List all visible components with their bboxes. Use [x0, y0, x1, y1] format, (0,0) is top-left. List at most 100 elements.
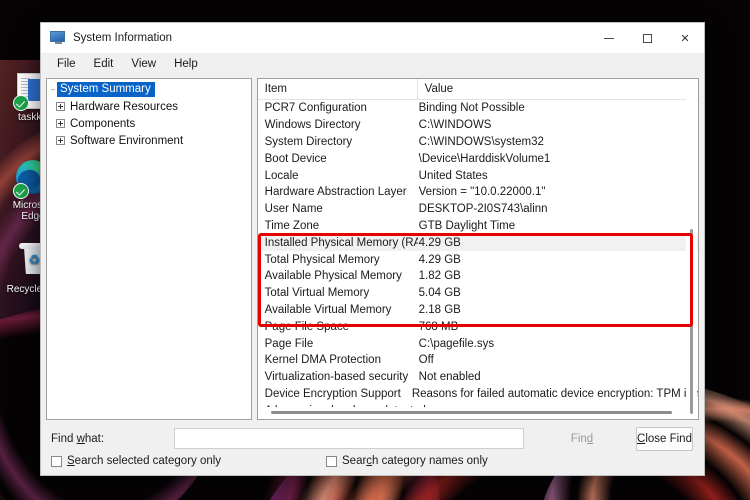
table-row[interactable]: PCR7 Configuration Binding Not Possible — [258, 100, 698, 117]
cell-value: DESKTOP-2I0S743\alinn — [418, 203, 548, 216]
shortcut-check-badge-icon — [13, 183, 29, 199]
cell-value: Not enabled — [418, 371, 481, 384]
tree-item-software-environment[interactable]: Software Environment — [47, 132, 251, 149]
close-find-button[interactable]: Close Find — [636, 427, 693, 451]
tree-item-label: Components — [70, 117, 136, 130]
table-row[interactable]: Page File Space 768 MB — [258, 318, 698, 335]
search-category-names-only-checkbox[interactable]: Search category names only — [326, 455, 488, 467]
cell-item: Total Virtual Memory — [264, 287, 370, 300]
maximize-icon — [642, 33, 652, 43]
minimize-icon — [604, 37, 614, 39]
cell-value: Reasons for failed automatic device encr… — [411, 387, 698, 400]
window-title: System Information — [73, 32, 173, 44]
category-tree[interactable]: System Summary Hardware Resources Compon… — [46, 78, 252, 420]
cell-item: User Name — [264, 203, 323, 216]
table-row[interactable]: Hardware Abstraction Layer Version = "10.… — [258, 184, 698, 201]
find-bar: Find what: Fin d Close Find Search select… — [41, 420, 704, 475]
table-row[interactable]: Total Virtual Memory 5.04 GB — [258, 285, 698, 302]
cell-item: Hardware Abstraction Layer — [264, 186, 407, 199]
cell-value: GTB Daylight Time — [418, 219, 516, 232]
cell-value: C:\WINDOWS — [418, 119, 492, 132]
checkbox-label: Search selected category only — [67, 455, 222, 467]
checkbox-box[interactable] — [326, 455, 337, 467]
details-list: Item Value PCR7 Configuration Binding Not… — [256, 78, 699, 420]
table-row[interactable]: Device Encryption Support Reasons for fai… — [258, 386, 698, 403]
cell-item: Time Zone — [264, 219, 320, 232]
cell-value: 4.29 GB — [418, 236, 461, 249]
table-row[interactable]: Kernel DMA Protection Off — [258, 352, 698, 369]
cell-item: Total Physical Memory — [264, 253, 380, 266]
checkbox-label: Search category names only — [342, 455, 488, 467]
maximize-button[interactable] — [628, 23, 666, 53]
cell-item: Available Virtual Memory — [264, 303, 392, 316]
table-row[interactable]: Available Virtual Memory 2.18 GB — [258, 302, 698, 319]
table-row[interactable]: Total Physical Memory 4.29 GB — [258, 251, 698, 268]
table-row[interactable]: System Directory C:\WINDOWS\system32 — [258, 134, 698, 151]
horizontal-scrollbar-thumb[interactable] — [270, 411, 673, 414]
cell-value: 768 MB — [418, 320, 459, 333]
minimize-button[interactable] — [590, 23, 628, 53]
table-row[interactable]: Installed Physical Memory (RAM) 4.29 GB — [257, 234, 698, 252]
menu-view[interactable]: View — [123, 56, 164, 72]
horizontal-scrollbar[interactable] — [258, 407, 686, 418]
find-button[interactable]: Fin d — [533, 427, 631, 451]
window-controls: ✕ — [590, 23, 704, 53]
table-row[interactable]: Windows Directory C:\WINDOWS — [258, 117, 698, 134]
tree-item-label: Hardware Resources — [70, 100, 179, 113]
cell-item: System Directory — [264, 135, 353, 148]
expand-plus-icon[interactable] — [56, 102, 65, 111]
menu-help[interactable]: Help — [166, 56, 206, 72]
cell-value: 2.18 GB — [418, 303, 461, 316]
cell-value: Binding Not Possible — [418, 102, 525, 115]
table-row[interactable]: Time Zone GTB Daylight Time — [258, 218, 698, 235]
table-row[interactable]: Available Physical Memory 1.82 GB — [258, 268, 698, 285]
tree-line — [51, 89, 55, 90]
window-body: System Summary Hardware Resources Compon… — [41, 75, 704, 420]
cell-value: C:\pagefile.sys — [418, 337, 495, 350]
expand-plus-icon[interactable] — [56, 119, 65, 128]
vertical-scrollbar[interactable] — [686, 99, 697, 414]
tree-item-hardware-resources[interactable]: Hardware Resources — [47, 98, 251, 115]
table-row[interactable]: Virtualization-based security Not enabled — [258, 369, 698, 386]
cell-value: Off — [418, 354, 434, 367]
cell-item: Boot Device — [264, 152, 327, 165]
list-header: Item Value — [257, 79, 698, 100]
tree-item-system-summary[interactable]: System Summary — [47, 81, 251, 98]
close-button[interactable]: ✕ — [666, 23, 704, 53]
column-header-value[interactable]: Value — [418, 79, 698, 99]
cell-item: Virtualization-based security — [264, 371, 409, 384]
table-row[interactable]: User Name DESKTOP-2I0S743\alinn — [258, 201, 698, 218]
system-information-icon — [50, 31, 66, 45]
cell-item: Kernel DMA Protection — [264, 354, 381, 367]
cell-value: 4.29 GB — [418, 253, 461, 266]
checkbox-box[interactable] — [51, 455, 62, 467]
system-information-window: System Information ✕ File Edit View Help… — [40, 22, 705, 476]
column-header-item[interactable]: Item — [258, 79, 418, 99]
cell-item: Page File Space — [264, 320, 350, 333]
menu-edit[interactable]: Edit — [86, 56, 122, 72]
tree-item-label: Software Environment — [70, 134, 184, 147]
table-row[interactable]: Locale United States — [258, 167, 698, 184]
vertical-scrollbar-thumb[interactable] — [690, 229, 693, 414]
table-row[interactable]: Page File C:\pagefile.sys — [258, 335, 698, 352]
cell-item: Installed Physical Memory (RAM) — [264, 236, 418, 249]
find-input[interactable] — [174, 428, 524, 449]
window-titlebar[interactable]: System Information ✕ — [41, 23, 704, 53]
cell-item: PCR7 Configuration — [264, 102, 367, 115]
shortcut-check-badge-icon — [13, 95, 29, 111]
expand-plus-icon[interactable] — [56, 136, 65, 145]
menu-file[interactable]: File — [49, 56, 84, 72]
cell-item: Windows Directory — [264, 119, 361, 132]
cell-value: C:\WINDOWS\system32 — [418, 135, 544, 148]
cell-value: United States — [418, 169, 488, 182]
table-row[interactable]: Boot Device \Device\HarddiskVolume1 — [258, 150, 698, 167]
cell-item: Page File — [264, 337, 314, 350]
list-rows: PCR7 Configuration Binding Not Possible Wi… — [257, 100, 698, 419]
tree-item-components[interactable]: Components — [47, 115, 251, 132]
cell-item: Available Physical Memory — [264, 270, 402, 283]
cell-item: Locale — [264, 169, 299, 182]
find-what-label: Find what: — [51, 433, 105, 445]
tree-item-label: System Summary — [57, 82, 155, 97]
menu-bar: File Edit View Help — [41, 53, 704, 75]
search-selected-category-only-checkbox[interactable]: Search selected category only — [51, 455, 221, 467]
